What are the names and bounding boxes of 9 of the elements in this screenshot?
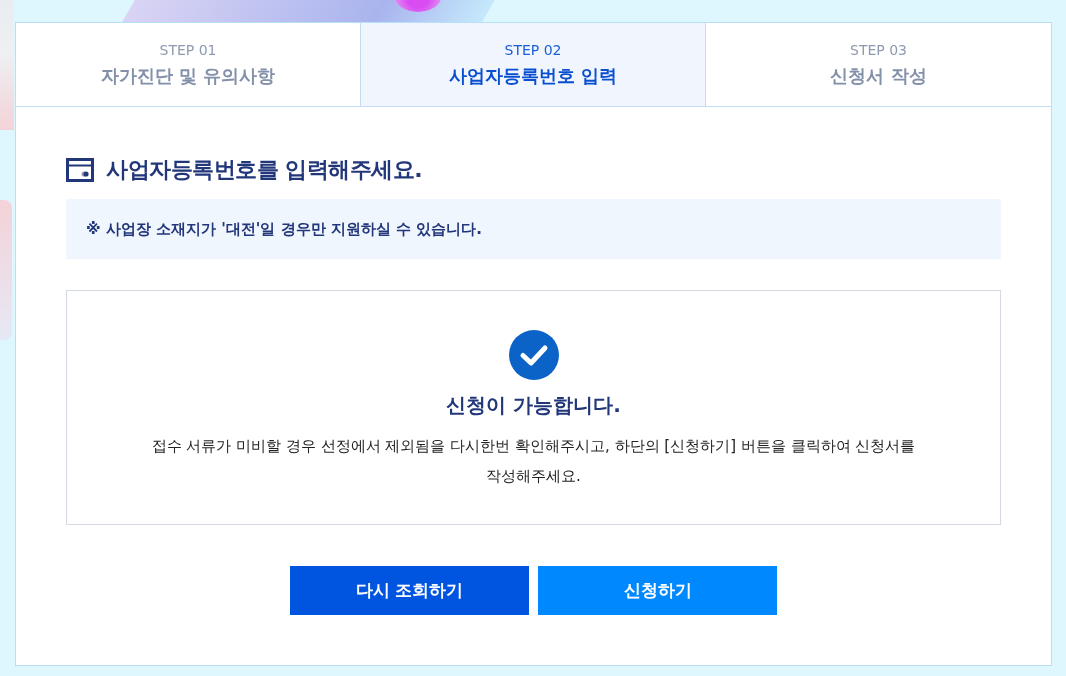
step-tab[interactable]: STEP 02 사업자등록번호 입력 <box>361 23 706 106</box>
section-title: 사업자등록번호를 입력해주세요. <box>106 156 423 184</box>
result-title: 신청이 가능합니다. <box>446 392 621 419</box>
card-icon <box>66 158 94 182</box>
requery-button[interactable]: 다시 조회하기 <box>290 566 529 615</box>
check-circle-icon <box>508 330 559 380</box>
notice-text: ※ 사업장 소재지가 '대전'일 경우만 지원하실 수 있습니다. <box>66 199 1001 259</box>
apply-button[interactable]: 신청하기 <box>538 566 777 615</box>
result-message: 접수 서류가 미비할 경우 선정에서 제외됨을 다시한번 확인해주시고, 하단의 [신청하기] 버튼을 클릭하여 신청서를 작성해주세요. <box>150 436 917 487</box>
